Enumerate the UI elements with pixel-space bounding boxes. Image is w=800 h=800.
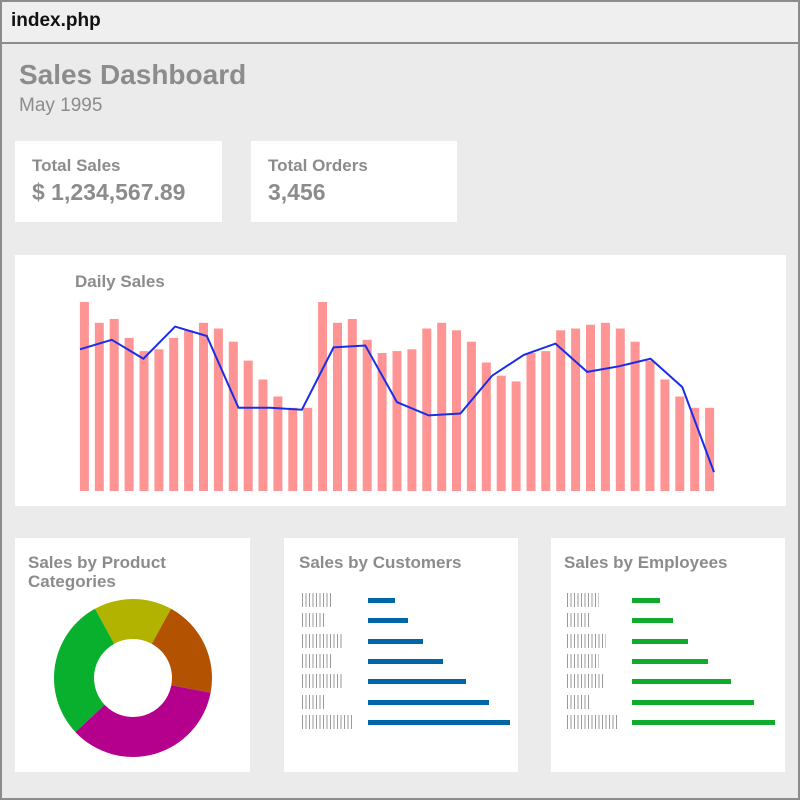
horizontal-bar xyxy=(632,618,673,624)
horizontal-bar xyxy=(632,598,660,603)
daily-bar xyxy=(199,322,208,491)
horizontal-bar xyxy=(632,719,775,725)
row-label-placeholder xyxy=(302,633,342,648)
daily-bar xyxy=(660,379,670,491)
row-label-placeholder xyxy=(302,653,332,668)
horizontal-bar xyxy=(632,638,688,644)
employees-title: Sales by Employees xyxy=(564,553,728,572)
total-orders-card: Total Orders 3,456 xyxy=(251,141,457,222)
daily-bar xyxy=(556,330,566,491)
horizontal-bar xyxy=(368,598,395,603)
daily-bar xyxy=(184,330,194,491)
daily-bar xyxy=(511,381,521,491)
daily-bar xyxy=(422,328,432,491)
daily-bar xyxy=(228,341,238,491)
total-sales-label: Total Sales xyxy=(32,156,121,175)
window-titlebar: index.php xyxy=(2,2,798,44)
total-orders-label: Total Orders xyxy=(268,156,368,175)
row-label-placeholder xyxy=(567,633,606,648)
total-sales-card: Total Sales $ 1,234,567.89 xyxy=(15,141,222,222)
daily-bar xyxy=(169,337,179,491)
row-label-placeholder xyxy=(567,653,599,668)
daily-sales-chart xyxy=(79,302,715,492)
daily-bar xyxy=(124,337,134,491)
total-orders-value: 3,456 xyxy=(268,179,326,205)
horizontal-bar xyxy=(368,719,510,725)
daily-bar xyxy=(526,353,536,491)
daily-bar xyxy=(318,302,328,491)
daily-bar xyxy=(496,375,506,491)
horizontal-bar xyxy=(368,618,408,624)
daily-bar xyxy=(347,319,357,491)
daily-bar xyxy=(243,360,253,491)
daily-bar xyxy=(645,360,655,491)
horizontal-bar xyxy=(632,699,754,705)
browser-window: index.php Sales Dashboard May 1995 Total… xyxy=(0,0,800,800)
total-sales-value: $ 1,234,567.89 xyxy=(32,179,186,205)
categories-card: Sales by Product Categories xyxy=(15,538,250,772)
categories-donut-chart xyxy=(53,598,212,758)
daily-bar xyxy=(362,339,372,491)
daily-bar xyxy=(154,349,164,492)
row-label-placeholder xyxy=(567,674,605,689)
daily-bar xyxy=(600,322,610,491)
daily-bar xyxy=(258,379,268,491)
employees-card: Sales by Employees xyxy=(551,538,785,772)
horizontal-bar xyxy=(368,699,489,705)
row-label-placeholder xyxy=(567,593,599,607)
daily-bar xyxy=(273,396,283,491)
daily-bar xyxy=(407,349,417,492)
daily-bar xyxy=(466,341,476,491)
customers-card: Sales by Customers xyxy=(284,538,518,772)
daily-sales-card: Daily Sales xyxy=(15,255,786,506)
daily-bar xyxy=(437,322,447,491)
daily-bar xyxy=(303,407,313,491)
row-label-placeholder xyxy=(567,694,590,709)
row-label-placeholder xyxy=(302,593,332,607)
page-title: Sales Dashboard xyxy=(19,59,247,90)
daily-bar xyxy=(392,351,402,491)
row-label-placeholder xyxy=(567,714,618,729)
daily-bar xyxy=(615,328,625,491)
horizontal-bar xyxy=(368,679,466,685)
customers-title: Sales by Customers xyxy=(299,553,462,572)
daily-bar xyxy=(139,351,149,491)
daily-bar xyxy=(109,319,119,491)
daily-bar xyxy=(452,330,461,491)
daily-bar xyxy=(571,328,581,491)
row-label-placeholder xyxy=(302,694,325,709)
row-label-placeholder xyxy=(302,674,342,689)
row-label-placeholder xyxy=(302,613,324,628)
horizontal-bar xyxy=(632,658,708,664)
daily-bar xyxy=(541,351,551,491)
horizontal-bar xyxy=(368,658,443,664)
daily-bar xyxy=(675,396,685,491)
horizontal-bar xyxy=(368,638,423,644)
daily-bar xyxy=(94,322,104,491)
daily-bar xyxy=(586,324,595,491)
row-label-placeholder xyxy=(302,714,354,729)
row-label-placeholder xyxy=(567,613,590,628)
page-subtitle: May 1995 xyxy=(19,95,103,116)
horizontal-bar xyxy=(632,679,731,685)
daily-bar xyxy=(79,302,89,491)
window-title: index.php xyxy=(11,10,101,31)
daily-bar xyxy=(288,407,298,491)
